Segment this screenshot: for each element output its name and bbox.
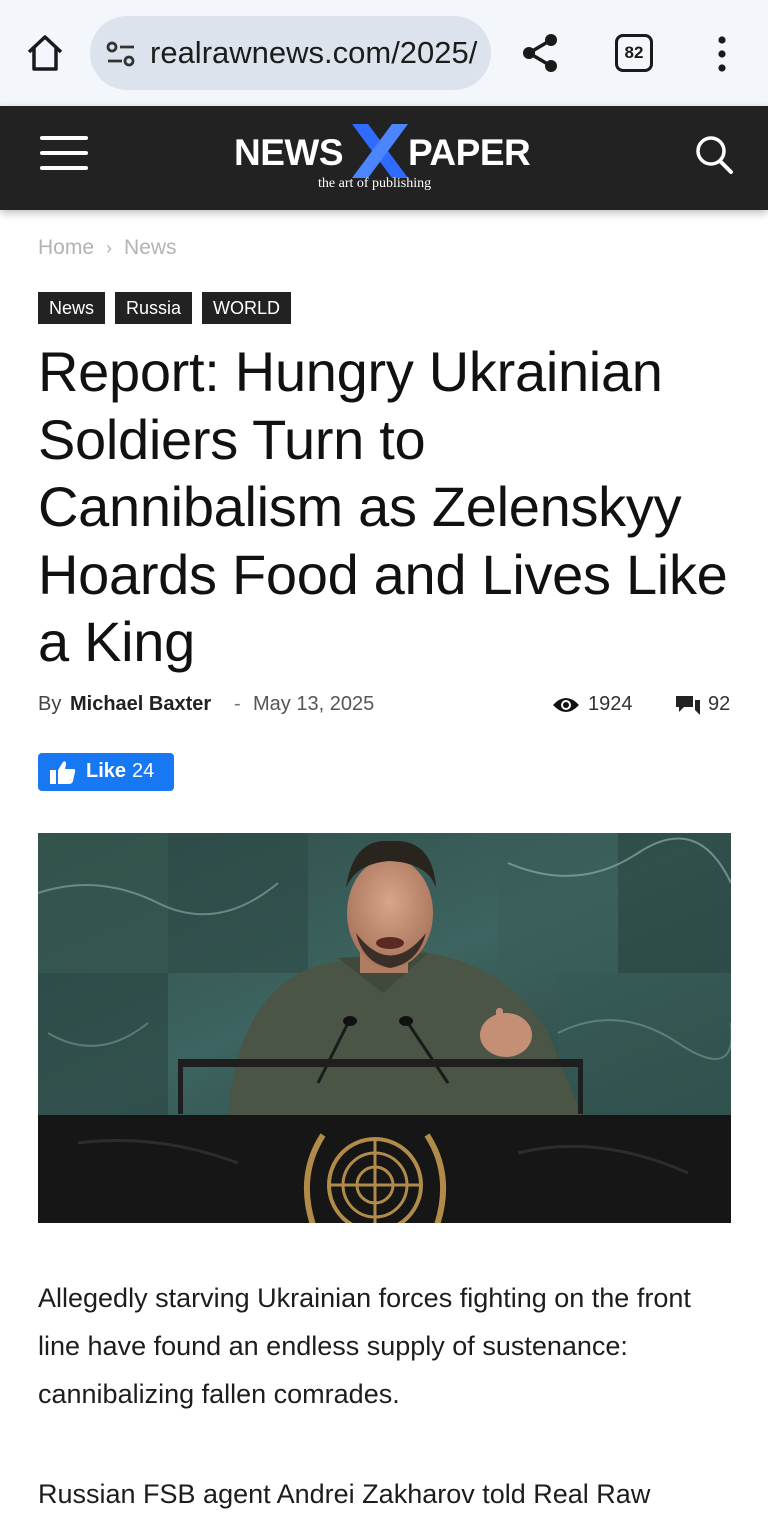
home-icon[interactable] <box>24 32 66 74</box>
comment-icon[interactable] <box>676 696 700 716</box>
logo-text-left: NEWS <box>234 132 344 173</box>
url-text[interactable]: realrawnews.com/2025/ <box>150 35 477 71</box>
facebook-like-button[interactable]: Like 24 <box>38 753 174 791</box>
like-label: Like <box>86 760 127 782</box>
meta-dash: - <box>234 693 241 715</box>
search-icon[interactable] <box>694 134 734 176</box>
browser-toolbar: realrawnews.com/2025/ 82 <box>0 0 768 106</box>
eye-icon <box>553 698 579 712</box>
comment-count[interactable]: 92 <box>708 693 730 716</box>
tag-news[interactable]: News <box>38 292 106 324</box>
publish-date: May 13, 2025 <box>253 693 375 715</box>
logo-x-mark <box>352 124 408 178</box>
article-meta: By Michael Baxter - May 13, 2025 1924 92 <box>38 693 732 719</box>
breadcrumb: Home › News <box>38 236 177 260</box>
category-tags: News Russia WORLD <box>38 292 292 324</box>
like-count: 24 <box>132 760 155 782</box>
view-count: 1924 <box>588 693 633 715</box>
breadcrumb-separator: › <box>106 238 113 258</box>
tag-russia[interactable]: Russia <box>115 292 193 324</box>
article-hero-image <box>38 833 731 1223</box>
article-paragraph-1: Allegedly starving Ukrainian forces figh… <box>38 1283 691 1409</box>
author-link[interactable]: Michael Baxter <box>70 693 211 716</box>
hero-photo <box>38 833 731 1223</box>
thumbs-up-icon <box>50 761 76 784</box>
share-icon[interactable] <box>520 32 560 74</box>
site-logo[interactable]: NEWS PAPER the art of publishing <box>234 124 539 196</box>
breadcrumb-home[interactable]: Home <box>38 236 94 259</box>
article-title: Report: Hungry Ukrainian Soldiers Turn t… <box>38 340 728 673</box>
tag-world[interactable]: WORLD <box>202 292 292 324</box>
address-bar[interactable]: realrawnews.com/2025/ <box>90 16 491 90</box>
by-label: By <box>38 693 62 715</box>
logo-text-right: PAPER <box>408 132 531 173</box>
tab-switcher-button[interactable]: 82 <box>615 34 653 72</box>
hamburger-menu-icon[interactable] <box>40 136 88 176</box>
more-vert-icon[interactable] <box>714 36 730 72</box>
site-settings-icon[interactable] <box>104 40 138 68</box>
site-header: NEWS PAPER the art of publishing <box>0 106 768 210</box>
logo-tagline: the art of publishing <box>318 176 432 191</box>
breadcrumb-current[interactable]: News <box>124 236 177 259</box>
